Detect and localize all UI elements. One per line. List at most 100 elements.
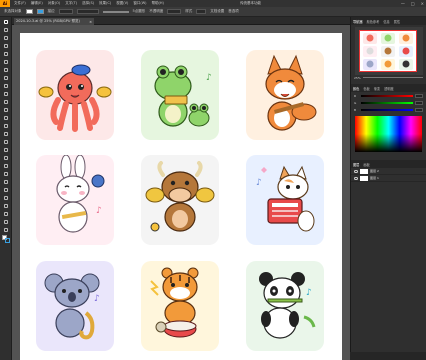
zoom-value[interactable]: 25%: [354, 76, 361, 80]
doc-settings-button[interactable]: 文档设置: [210, 9, 224, 14]
svg-text:♪: ♪: [256, 178, 262, 188]
sticker-fox[interactable]: [246, 50, 324, 140]
svg-text:♪: ♪: [96, 206, 102, 216]
sticker-rabbit[interactable]: ♪: [36, 155, 114, 245]
stroke-weight-field[interactable]: [58, 9, 73, 14]
sticker-bull[interactable]: [141, 155, 219, 245]
close-button[interactable]: ×: [421, 1, 424, 6]
fill-swatch[interactable]: [25, 9, 33, 14]
sticker-koala[interactable]: ♪: [36, 261, 114, 351]
panel-footer: [350, 352, 426, 360]
artboard-tool-icon[interactable]: [2, 203, 10, 209]
gradient-tool-icon[interactable]: [2, 163, 10, 169]
direct-selection-tool-icon[interactable]: [2, 27, 10, 33]
perspective-grid-tool-icon[interactable]: [2, 147, 10, 153]
channel-g-slider[interactable]: [361, 101, 413, 104]
channel-r-slider[interactable]: [361, 94, 413, 97]
paintbrush-tool-icon[interactable]: [2, 83, 10, 89]
visibility-eye-icon[interactable]: [354, 169, 358, 173]
menu-effect[interactable]: 效果(C): [99, 1, 111, 6]
document-tab[interactable]: 2024-10-3.ai @ 25% (RGB/GPU 预览) ×: [14, 18, 94, 25]
menu-file[interactable]: 文件(F): [14, 1, 26, 6]
sticker-panda[interactable]: ♪: [246, 261, 324, 351]
menu-bar: Ai 文件(F) 编辑(E) 对象(O) 文字(T) 选择(S) 效果(C) 视…: [0, 0, 426, 7]
blend-tool-icon[interactable]: [2, 179, 10, 185]
sticker-cat[interactable]: ♪: [246, 155, 324, 245]
layer-name: 图层 2: [370, 169, 379, 173]
tab-color[interactable]: 颜色: [353, 86, 359, 91]
svg-text:♪: ♪: [206, 73, 212, 83]
zoom-tool-icon[interactable]: [2, 227, 10, 233]
tab-layers[interactable]: 图层: [353, 162, 359, 167]
layer-row[interactable]: 图层 1: [351, 175, 426, 182]
panda-icon: ♪: [259, 272, 316, 339]
color-spectrum[interactable]: [355, 116, 422, 152]
menu-object[interactable]: 对象(O): [48, 1, 61, 6]
menu-help[interactable]: 帮助(H): [152, 1, 164, 6]
menu-window[interactable]: 窗口(W): [133, 1, 146, 6]
scale-tool-icon[interactable]: [2, 115, 10, 121]
tab-transparency[interactable]: 透明度: [384, 86, 394, 91]
stroke-swatch[interactable]: [36, 9, 44, 14]
svg-text:♪: ♪: [94, 294, 100, 304]
tab-gradient[interactable]: 渐变: [374, 86, 380, 91]
tab-swatches[interactable]: 色板: [363, 86, 369, 91]
tab-color-guide[interactable]: 颜色参考: [367, 19, 380, 24]
pen-tool-icon[interactable]: [2, 43, 10, 49]
rectangle-tool-icon[interactable]: [2, 75, 10, 81]
minimize-button[interactable]: —: [401, 1, 405, 6]
rotate-tool-icon[interactable]: [2, 107, 10, 113]
hand-tool-icon[interactable]: [2, 219, 10, 225]
menu-view[interactable]: 视图(V): [116, 1, 128, 6]
channel-b-field[interactable]: [415, 107, 423, 112]
koala-icon: ♪: [44, 273, 100, 340]
fill-stroke-swatches[interactable]: [1, 235, 10, 245]
curvature-tool-icon[interactable]: [2, 51, 10, 57]
color-channel-r: R: [351, 92, 426, 99]
sticker-frogs[interactable]: ♪: [141, 50, 219, 140]
width-tool-icon[interactable]: [2, 123, 10, 129]
right-panel-dock: 导航器 颜色参考 信息 属性 25% 颜色 色板 渐变 透明度 R G B 图层…: [350, 17, 426, 360]
channel-r-field[interactable]: [415, 93, 423, 98]
layer-row[interactable]: 图层 2: [351, 168, 426, 175]
rabbit-icon: ♪: [56, 155, 105, 233]
workspace-switcher[interactable]: 传统基本功能: [240, 1, 261, 6]
menu-select[interactable]: 选择(S): [82, 1, 94, 6]
pencil-tool-icon[interactable]: [2, 91, 10, 97]
eyedropper-tool-icon[interactable]: [2, 171, 10, 177]
column-graph-tool-icon[interactable]: [2, 195, 10, 201]
sticker-tiger[interactable]: [141, 261, 219, 351]
navigator-preview[interactable]: [354, 27, 423, 75]
selection-tool-icon[interactable]: [2, 19, 10, 25]
type-tool-icon[interactable]: [2, 59, 10, 65]
style-picker[interactable]: [196, 9, 207, 14]
tab-info[interactable]: 信息: [383, 19, 389, 24]
free-transform-tool-icon[interactable]: [2, 131, 10, 137]
opacity-field[interactable]: [167, 9, 182, 14]
channel-g-field[interactable]: [415, 100, 423, 105]
preferences-button[interactable]: 首选项: [228, 9, 239, 14]
menu-edit[interactable]: 编辑(E): [31, 1, 43, 6]
symbol-sprayer-tool-icon[interactable]: [2, 187, 10, 193]
visibility-eye-icon[interactable]: [354, 176, 358, 180]
close-tab-icon[interactable]: ×: [89, 20, 92, 24]
line-tool-icon[interactable]: [2, 67, 10, 73]
canvas-area[interactable]: ♪ ♪ ♪ ♪ ♪: [12, 25, 350, 360]
variable-width-profile[interactable]: [76, 9, 99, 14]
magic-wand-tool-icon[interactable]: [2, 35, 10, 41]
tab-navigator[interactable]: 导航器: [353, 19, 363, 24]
slice-tool-icon[interactable]: [2, 211, 10, 217]
mesh-tool-icon[interactable]: [2, 155, 10, 161]
channel-b-slider[interactable]: [361, 108, 413, 111]
menu-type[interactable]: 文字(T): [65, 1, 77, 6]
sticker-octopus[interactable]: [36, 50, 114, 140]
maximize-button[interactable]: □: [411, 1, 415, 6]
zoom-slider[interactable]: [362, 77, 423, 78]
tab-properties[interactable]: 属性: [394, 19, 400, 24]
artboard[interactable]: ♪ ♪ ♪ ♪ ♪: [20, 33, 342, 360]
channel-r-label: R: [354, 93, 357, 98]
tab-artboards[interactable]: 画板: [363, 162, 369, 167]
eraser-tool-icon[interactable]: [2, 99, 10, 105]
shape-builder-tool-icon[interactable]: [2, 139, 10, 145]
control-bar: 未选择对象 描边 5点圆形 不透明度 样式 文档设置 首选项: [0, 7, 426, 17]
